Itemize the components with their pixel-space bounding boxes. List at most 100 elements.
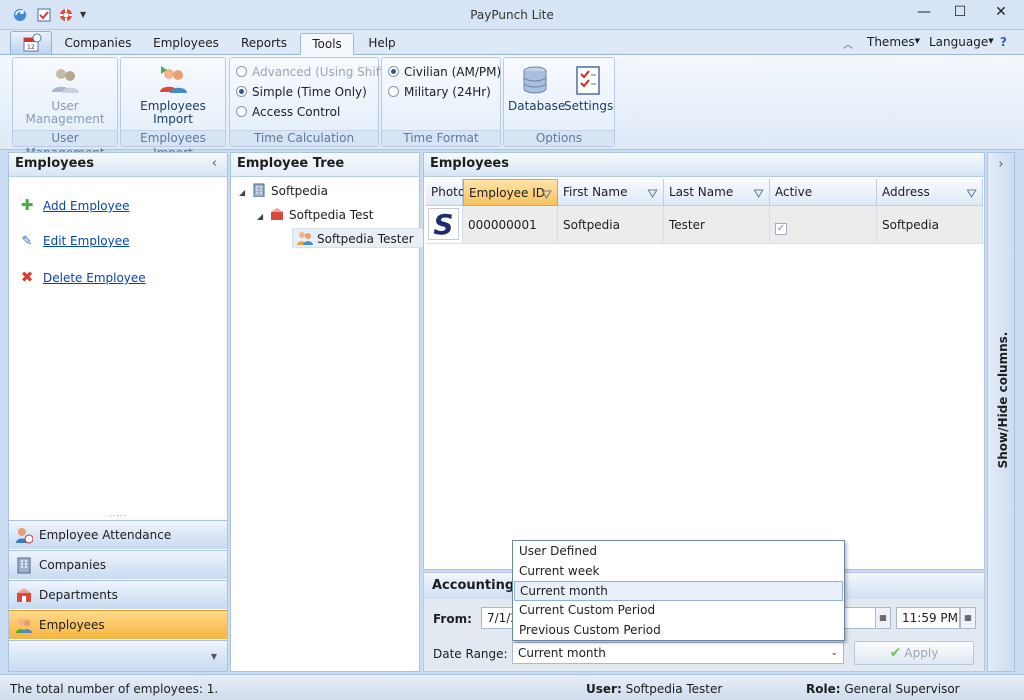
employee-tree-pane: Employee Tree ◢ Softpedia ◢ Softpedia Test… <box>230 152 429 672</box>
option-current-week[interactable]: Current week <box>514 562 843 582</box>
building-icon <box>17 557 31 574</box>
tab-employees[interactable]: Employees <box>146 33 226 55</box>
date-range-dropdown: User Defined Current week Current month … <box>512 540 845 641</box>
group-user-management: User Management User Management <box>12 57 118 160</box>
radio-civilian[interactable]: Civilian (AM/PM) <box>388 64 501 82</box>
date-range-select[interactable]: Current month ⌄ <box>512 642 844 664</box>
group-label: Options <box>504 130 614 146</box>
employees-task-pane: Employees ‹ ✚ Add Employee ✎ Edit Employee… <box>8 152 228 672</box>
employees-grid-pane: Employees Photo Employee ID ⛛ First Name ⛛… <box>423 152 985 570</box>
svg-text:12: 12 <box>27 44 35 51</box>
title-bar: ▼ PayPunch Lite — ☐ ✕ <box>0 0 1024 30</box>
group-time-calculation: Advanced (Using Shift) Simple (Time Only… <box>229 57 389 147</box>
column-active[interactable]: Active <box>770 179 877 206</box>
departments-icon <box>271 208 283 220</box>
employees-import-button[interactable]: Employees Import <box>125 64 221 126</box>
collapse-triangle-icon[interactable]: ◢ <box>257 207 269 227</box>
column-last-name[interactable]: Last Name ⛛ <box>664 179 770 206</box>
add-employee-action[interactable]: ✚ Add Employee <box>19 196 130 216</box>
database-button[interactable]: Database <box>508 64 565 113</box>
column-address[interactable]: Address ⛛ <box>877 179 983 206</box>
chevron-down-icon[interactable]: ▼ <box>211 643 217 671</box>
filter-icon[interactable]: ⛛ <box>966 182 977 208</box>
radio-advanced-shift[interactable]: Advanced (Using Shift) <box>236 64 389 82</box>
window-title: PayPunch Lite <box>470 8 554 22</box>
chevron-down-icon[interactable]: ⌄ <box>830 643 838 663</box>
active-checkbox[interactable]: ✓ <box>775 223 787 235</box>
departments-icon <box>17 588 31 602</box>
employee-icon <box>297 232 313 245</box>
nav-companies[interactable]: Companies <box>9 550 227 579</box>
edit-employee-link[interactable]: Edit Employee <box>43 234 129 248</box>
nav-employees[interactable]: Employees <box>9 610 227 639</box>
cell-first-name[interactable]: Softpedia <box>558 206 664 244</box>
tree-node-department[interactable]: ◢ Softpedia Test <box>257 205 373 225</box>
group-employees-import: Employees Import Employees Import <box>120 57 226 160</box>
settings-button[interactable]: Settings <box>564 64 613 113</box>
cell-active[interactable]: ✓ <box>770 206 877 244</box>
maximize-button[interactable]: ☐ <box>942 0 978 26</box>
nav-employee-attendance[interactable]: Employee Attendance <box>9 520 227 549</box>
option-current-custom-period[interactable]: Current Custom Period <box>514 601 843 621</box>
photo-logo: S <box>428 208 459 241</box>
tab-reports[interactable]: Reports <box>232 33 296 55</box>
employee-count: The total number of employees: 1. <box>10 682 219 696</box>
option-current-month[interactable]: Current month <box>514 581 843 601</box>
cell-employee-id[interactable]: 000000001 <box>463 206 558 244</box>
column-employee-id[interactable]: Employee ID ⛛ <box>463 179 558 206</box>
group-label: User Management <box>13 130 117 160</box>
pane-splitter[interactable]: ..... <box>9 510 227 518</box>
user-management-button[interactable]: User Management <box>17 64 113 126</box>
current-user: User: Softpedia Tester <box>586 682 723 696</box>
tree-node-employee[interactable]: Softpedia Tester <box>292 228 429 248</box>
collapse-pane-icon[interactable]: ‹ <box>212 153 217 175</box>
radio-simple-time-only[interactable]: Simple (Time Only) <box>236 84 367 102</box>
date-range-label: Date Range: <box>433 647 508 661</box>
to-time-field[interactable]: 11:59 PM <box>896 607 960 629</box>
delete-employee-action[interactable]: ✖ Delete Employee <box>19 268 146 288</box>
nav-overflow[interactable]: ▼ <box>9 640 227 671</box>
edit-employee-action[interactable]: ✎ Edit Employee <box>19 232 130 252</box>
themes-menu[interactable]: Themes▼ <box>867 35 920 49</box>
building-icon <box>253 183 265 197</box>
group-time-format: Civilian (AM/PM) Military (24Hr) Time Fo… <box>381 57 501 147</box>
show-hide-columns-strip[interactable]: › Show/Hide columns. <box>987 152 1015 672</box>
current-role: Role: General Supervisor <box>806 682 960 696</box>
tab-companies[interactable]: Companies <box>58 33 138 55</box>
filter-icon[interactable]: ⛛ <box>753 182 764 208</box>
calendar-clock-icon: 12 <box>23 33 42 52</box>
tree-node-company[interactable]: ◢ Softpedia <box>239 181 328 201</box>
expand-strip-icon[interactable]: › <box>988 157 1014 172</box>
option-previous-custom-period[interactable]: Previous Custom Period <box>514 621 843 641</box>
filter-icon[interactable]: ⛛ <box>647 182 658 208</box>
calendar-icon[interactable]: ▦ <box>875 607 891 629</box>
time-picker-icon[interactable]: ▦ <box>960 607 976 629</box>
show-hide-columns-label: Show/Hide columns. <box>996 331 1010 469</box>
tab-help[interactable]: Help <box>360 33 404 55</box>
minimize-button[interactable]: — <box>906 0 942 26</box>
option-user-defined[interactable]: User Defined <box>514 542 843 562</box>
attendance-icon <box>16 528 33 544</box>
app-menu-button[interactable]: 12 <box>10 31 52 54</box>
tree-header: Employee Tree <box>231 153 419 177</box>
add-employee-link[interactable]: Add Employee <box>43 199 129 213</box>
cell-address[interactable]: Softpedia <box>877 206 983 244</box>
radio-access-control[interactable]: Access Control <box>236 104 340 122</box>
radio-military[interactable]: Military (24Hr) <box>388 84 491 102</box>
apply-button[interactable]: ✔ Apply <box>854 641 974 665</box>
users-import-icon <box>160 66 187 93</box>
help-icon[interactable]: ? <box>1000 35 1007 49</box>
language-menu[interactable]: Language▼ <box>929 35 994 49</box>
status-bar: The total number of employees: 1. User: … <box>0 674 1024 700</box>
delete-employee-link[interactable]: Delete Employee <box>43 271 146 285</box>
menu-bar: 12 Companies Employees Reports Tools Hel… <box>0 30 1024 55</box>
settings-checklist-icon <box>576 66 600 95</box>
nav-departments[interactable]: Departments <box>9 580 227 609</box>
cell-last-name[interactable]: Tester <box>664 206 770 244</box>
close-button[interactable]: ✕ <box>978 0 1024 26</box>
collapse-triangle-icon[interactable]: ◢ <box>239 183 251 203</box>
column-photo[interactable]: Photo <box>426 179 465 206</box>
minimize-ribbon-icon[interactable]: ︿ <box>843 36 853 51</box>
tab-tools[interactable]: Tools <box>300 33 354 55</box>
column-first-name[interactable]: First Name ⛛ <box>558 179 664 206</box>
